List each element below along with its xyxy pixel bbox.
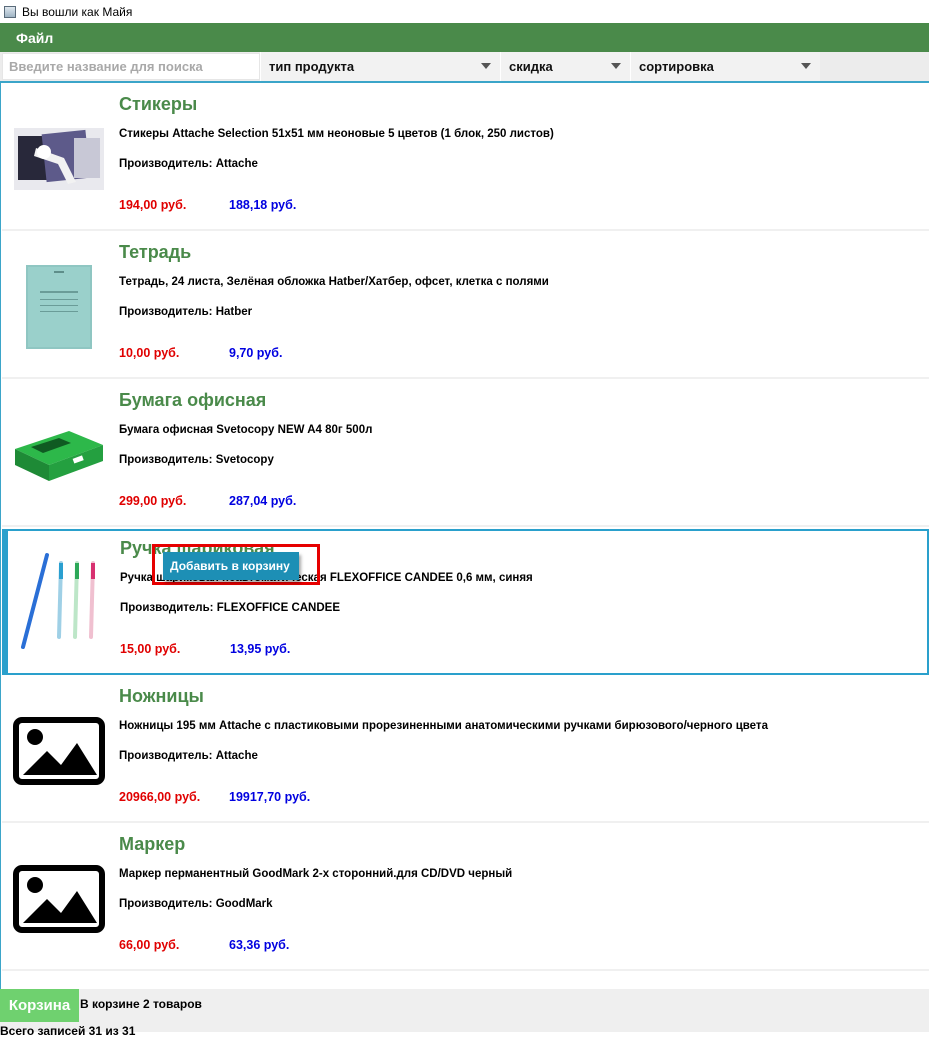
product-discount-price: 287,04 руб. [229,494,297,508]
product-image [13,117,105,201]
product-image [13,857,105,941]
product-price: 66,00 руб. [119,938,180,952]
context-menu-add-to-cart[interactable]: Добавить в корзину [163,552,299,580]
discount-select[interactable]: скидка [500,52,630,81]
product-price: 20966,00 руб. [119,790,201,804]
product-title: Бумага офисная [119,390,267,410]
product-item[interactable]: Маркер Маркер перманентный GoodMark 2-х … [2,825,929,971]
discount-label: скидка [509,59,553,74]
status-footer: Корзина В корзине 2 товаров Всего записе… [0,989,929,1038]
product-price: 15,00 руб. [120,642,181,656]
product-manufacturer: Производитель: Attache [119,750,258,762]
product-discount-price: 13,95 руб. [230,642,291,656]
product-manufacturer: Производитель: Attache [119,158,258,170]
notebook-photo-icon [26,265,92,349]
context-menu-label: Добавить в корзину [170,559,290,573]
product-manufacturer: Производитель: Svetocopy [119,454,274,466]
product-description: Ножницы 195 мм Attache с пластиковыми пр… [119,720,768,732]
product-description: Стикеры Attache Selection 51x51 мм неоно… [119,128,554,140]
product-type-select[interactable]: тип продукта [260,52,500,81]
product-discount-price: 9,70 руб. [229,346,283,360]
product-title: Стикеры [119,94,198,114]
product-price: 10,00 руб. [119,346,180,360]
chevron-down-icon [481,63,491,69]
product-manufacturer: Производитель: Hatber [119,306,253,318]
cart-button[interactable]: Корзина [0,989,79,1022]
product-discount-price: 63,36 руб. [229,938,290,952]
product-price: 299,00 руб. [119,494,187,508]
product-type-label: тип продукта [269,59,355,74]
product-description: Тетрадь, 24 листа, Зелёная обложка Hatbe… [119,276,549,288]
product-item[interactable]: Ножницы Ножницы 195 мм Attache с пластик… [2,677,929,823]
menu-bar: Файл [0,23,929,52]
window-title: Вы вошли как Майя [22,4,133,19]
product-item[interactable]: Бумага офисная Бумага офисная Svetocopy … [2,381,929,527]
product-item[interactable]: Тетрадь Тетрадь, 24 листа, Зелёная облож… [2,233,929,379]
product-title: Маркер [119,834,186,854]
product-manufacturer: Производитель: GoodMark [119,898,273,910]
records-count: Всего записей 31 из 31 [0,1024,136,1038]
pens-photo-icon [21,553,95,649]
product-image [13,551,105,651]
cart-status: В корзине 2 товаров [80,997,202,1011]
product-discount-price: 188,18 руб. [229,198,297,212]
image-placeholder-icon [13,865,105,933]
paper-pack-photo-icon [15,431,103,481]
product-title: Тетрадь [119,242,192,262]
product-list[interactable]: Стикеры Стикеры Attache Selection 51x51 … [0,81,929,989]
filter-bar: тип продукта скидка сортировка [0,52,929,81]
product-image [13,265,105,349]
product-item-selected[interactable]: Ручка шариковая Ручка шариковая неавтома… [2,529,929,675]
menu-file[interactable]: Файл [16,30,53,46]
product-item[interactable]: Стикеры Стикеры Attache Selection 51x51 … [2,85,929,231]
product-manufacturer: Производитель: FLEXOFFICE CANDEE [120,602,340,614]
product-title: Ножницы [119,686,204,706]
product-price: 194,00 руб. [119,198,187,212]
window-titlebar: Вы вошли как Майя [0,0,929,23]
image-placeholder-icon [13,717,105,785]
sort-select[interactable]: сортировка [630,52,820,81]
chevron-down-icon [801,63,811,69]
search-input[interactable] [2,53,260,80]
app-icon [4,5,16,18]
product-discount-price: 19917,70 руб. [229,790,311,804]
product-image [13,709,105,793]
product-description: Бумага офисная Svetocopy NEW A4 80г 500л [119,424,373,436]
sort-label: сортировка [639,59,714,74]
chevron-down-icon [611,63,621,69]
product-description: Маркер перманентный GoodMark 2-х сторонн… [119,868,513,880]
product-image [13,413,105,497]
sticky-notes-photo-icon [14,128,104,190]
